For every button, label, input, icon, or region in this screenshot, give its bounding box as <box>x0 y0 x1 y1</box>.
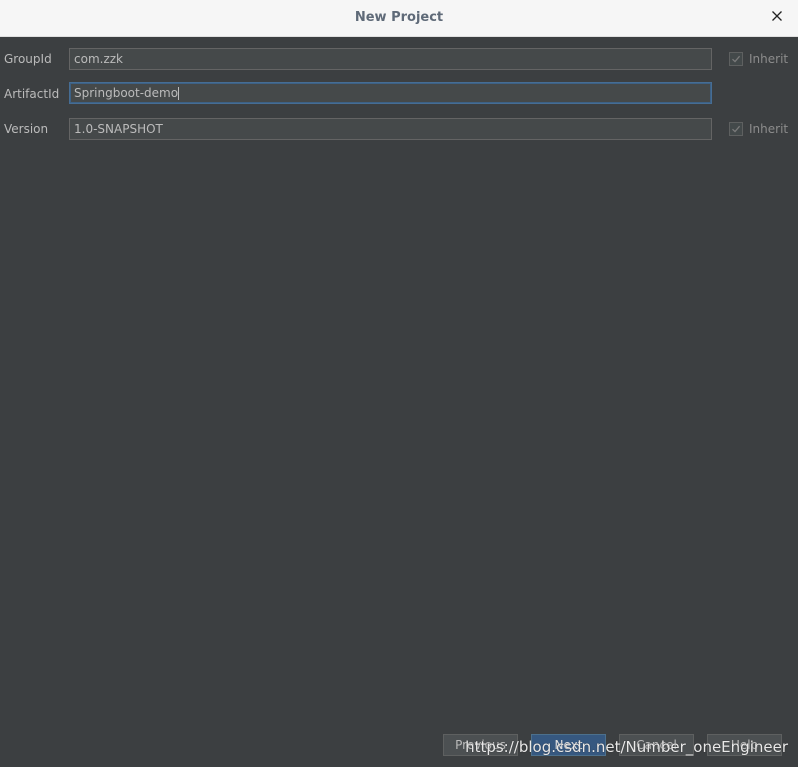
dialog-title: New Project <box>354 10 444 25</box>
checkbox-checked-icon <box>729 122 743 136</box>
version-inherit-checkbox[interactable]: Inherit <box>729 121 788 137</box>
version-input[interactable]: 1.0-SNAPSHOT <box>69 118 712 140</box>
artifact-id-value: Springboot-demo <box>74 86 179 100</box>
group-id-label: GroupId <box>4 52 52 66</box>
group-id-input[interactable]: com.zzk <box>69 48 712 70</box>
checkbox-checked-icon <box>729 52 743 66</box>
artifact-id-input[interactable]: Springboot-demo <box>69 82 712 104</box>
group-id-value: com.zzk <box>74 52 123 66</box>
text-caret <box>178 87 180 100</box>
version-label: Version <box>4 122 49 136</box>
version-value: 1.0-SNAPSHOT <box>74 122 163 136</box>
group-id-inherit-checkbox[interactable]: Inherit <box>729 51 788 67</box>
new-project-dialog: New Project GroupId com.zzk Inherit Arti… <box>0 0 798 767</box>
group-id-inherit-label: Inherit <box>749 52 789 66</box>
watermark-text: https://blog.csdn.net/Number_oneEngineer <box>465 738 788 756</box>
artifact-id-label: ArtifactId <box>4 87 60 101</box>
title-bar: New Project <box>0 0 798 37</box>
close-icon[interactable] <box>768 7 786 25</box>
version-inherit-label: Inherit <box>749 122 789 136</box>
